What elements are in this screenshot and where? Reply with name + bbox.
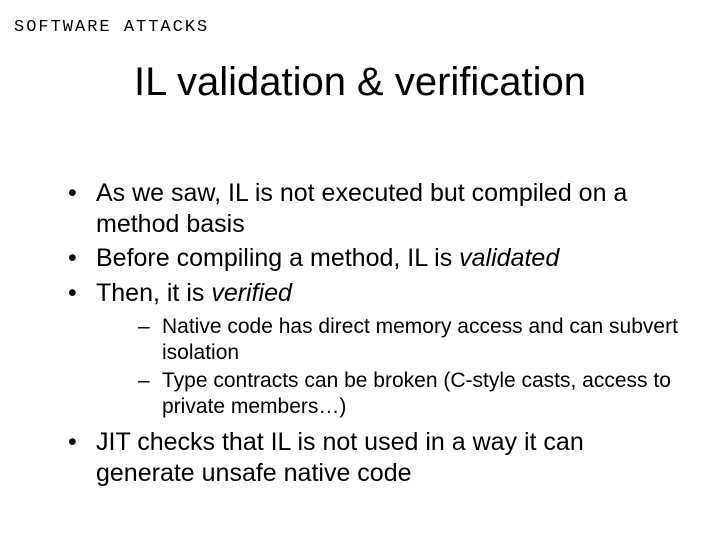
bullet-item: JIT checks that IL is not used in a way … (64, 427, 680, 488)
sub-item: Type contracts can be broken (C-style ca… (138, 368, 680, 419)
header-label: SOFTWARE ATTACKS (14, 18, 209, 37)
slide-body: As we saw, IL is not executed but compil… (64, 178, 680, 492)
bullet-item: Before compiling a method, IL is validat… (64, 243, 680, 274)
bullet-text: Before compiling a method, IL is (96, 244, 459, 272)
slide: SOFTWARE ATTACKS IL validation & verific… (0, 0, 720, 540)
bullet-text: Then, it is (96, 279, 211, 307)
sub-list: Native code has direct memory access and… (96, 314, 680, 419)
bullet-em: verified (211, 279, 292, 307)
sub-item: Native code has direct memory access and… (138, 314, 680, 365)
bullet-list: As we saw, IL is not executed but compil… (64, 178, 680, 488)
bullet-text: As we saw, IL is not executed but compil… (96, 179, 627, 238)
bullet-item: As we saw, IL is not executed but compil… (64, 178, 680, 239)
sub-text: Type contracts can be broken (C-style ca… (162, 369, 671, 418)
bullet-item: Then, it is verified Native code has dir… (64, 278, 680, 420)
slide-title: IL validation & verification (0, 60, 720, 105)
bullet-text: JIT checks that IL is not used in a way … (96, 428, 584, 487)
bullet-em: validated (459, 244, 559, 272)
sub-text: Native code has direct memory access and… (162, 315, 678, 364)
